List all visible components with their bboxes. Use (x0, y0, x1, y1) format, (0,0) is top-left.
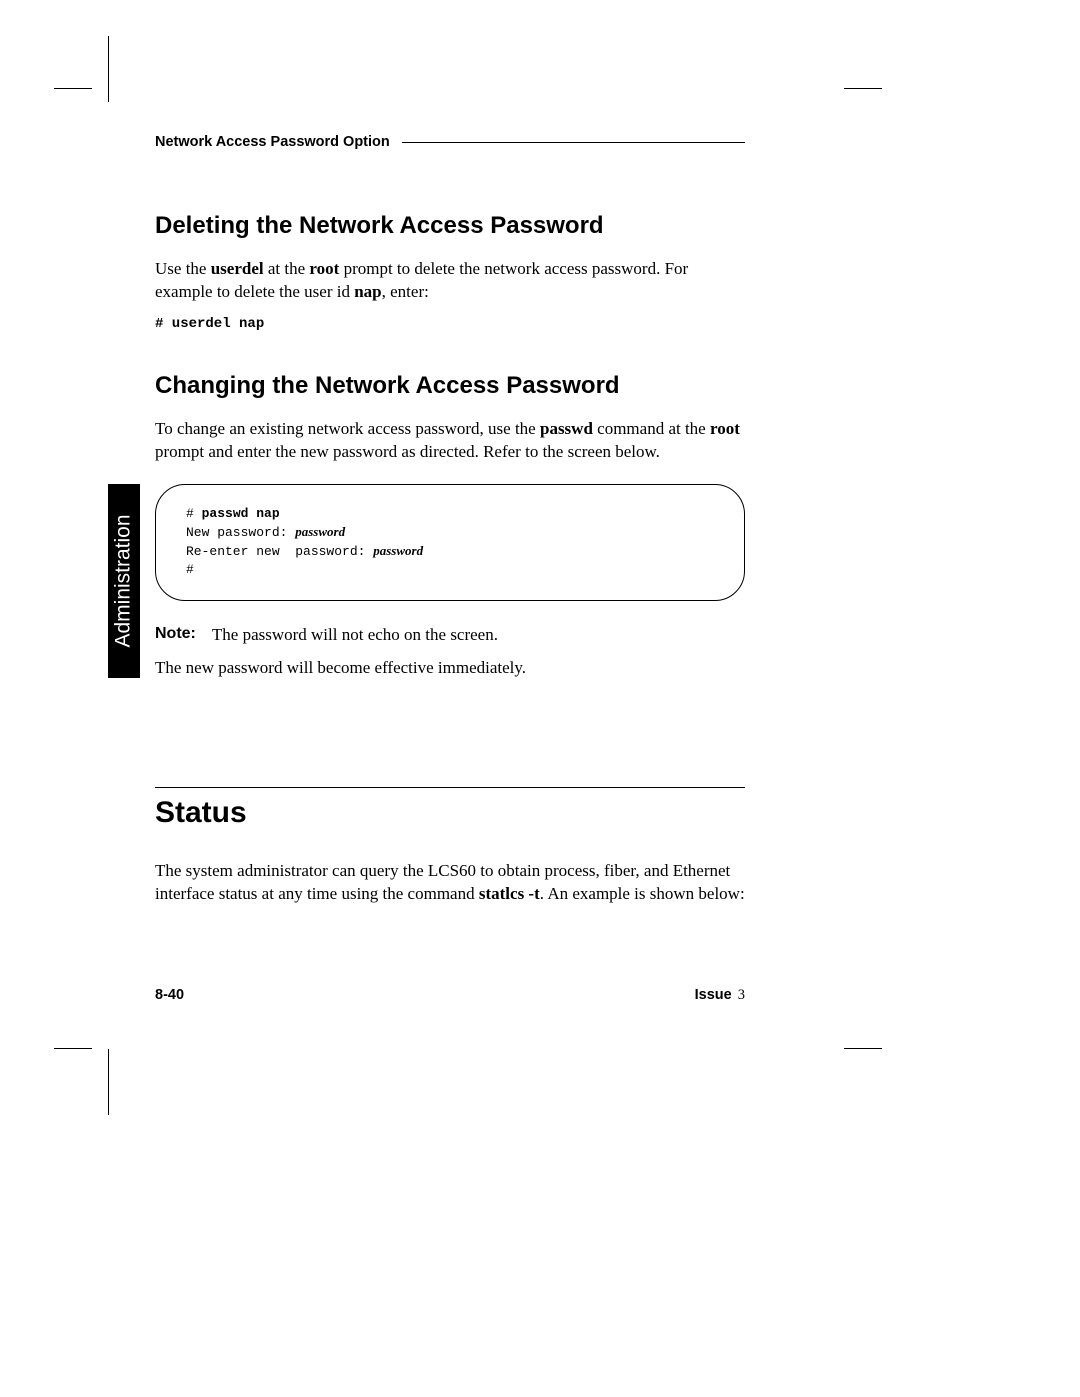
paragraph-changing: To change an existing network access pas… (155, 418, 745, 464)
text: The new password will become effective i… (155, 657, 745, 680)
running-head-text: Network Access Password Option (155, 134, 402, 150)
text: . An example is shown below: (540, 884, 745, 903)
text: prompt and enter the new password as dir… (155, 442, 660, 461)
terminal-output: Re-enter new password: (186, 544, 373, 559)
issue-label: Issue (695, 987, 736, 1003)
prompt: # (186, 506, 202, 521)
heading-status: Status (155, 796, 745, 830)
bold-text: nap (354, 282, 381, 301)
terminal-line: Re-enter new password: password (186, 542, 714, 561)
crop-mark (54, 1048, 92, 1049)
terminal-line: # (186, 561, 714, 579)
running-head: Network Access Password Option (155, 134, 745, 150)
running-head-rule (402, 142, 745, 143)
paragraph-deleting: Use the userdel at the root prompt to de… (155, 258, 745, 304)
note: Note: The password will not echo on the … (155, 625, 745, 645)
terminal-box: # passwd nap New password: password Re-e… (155, 484, 745, 601)
heading-deleting: Deleting the Network Access Password (155, 212, 745, 240)
crop-mark (54, 88, 92, 89)
side-tab: Administration (108, 484, 140, 678)
side-tab-label: Administration (112, 514, 136, 647)
terminal-variable: password (373, 543, 423, 558)
bold-text: userdel (211, 259, 264, 278)
crop-mark (844, 88, 882, 89)
paragraph-after-note: The new password will become effective i… (155, 657, 745, 680)
terminal-line: New password: password (186, 523, 714, 542)
text: Use the (155, 259, 211, 278)
page: Administration Network Access Password O… (0, 0, 1080, 1397)
crop-mark (108, 36, 109, 102)
text: at the (264, 259, 310, 278)
terminal-line: # passwd nap (186, 505, 714, 523)
text: , enter: (382, 282, 429, 301)
paragraph-status: The system administrator can query the L… (155, 860, 745, 906)
terminal-variable: password (295, 524, 345, 539)
crop-mark (844, 1048, 882, 1049)
bold-text: root (710, 419, 740, 438)
heading-changing: Changing the Network Access Password (155, 372, 745, 400)
note-label: Note: (155, 625, 196, 645)
issue-number: 3 (738, 987, 745, 1003)
issue: Issue 3 (695, 987, 745, 1004)
bold-text: statlcs -t (479, 884, 540, 903)
section-rule (155, 787, 745, 788)
terminal-command: passwd nap (202, 506, 280, 521)
content-area: Network Access Password Option Deleting … (155, 134, 745, 918)
page-number: 8-40 (155, 987, 184, 1004)
terminal-output: New password: (186, 525, 295, 540)
footer: 8-40 Issue 3 (155, 987, 745, 1004)
bold-text: root (309, 259, 339, 278)
text: command at the (593, 419, 710, 438)
bold-text: passwd (540, 419, 593, 438)
text: To change an existing network access pas… (155, 419, 540, 438)
crop-mark (108, 1049, 109, 1115)
note-body: The password will not echo on the screen… (212, 625, 498, 645)
command-line: # userdel nap (155, 316, 745, 332)
